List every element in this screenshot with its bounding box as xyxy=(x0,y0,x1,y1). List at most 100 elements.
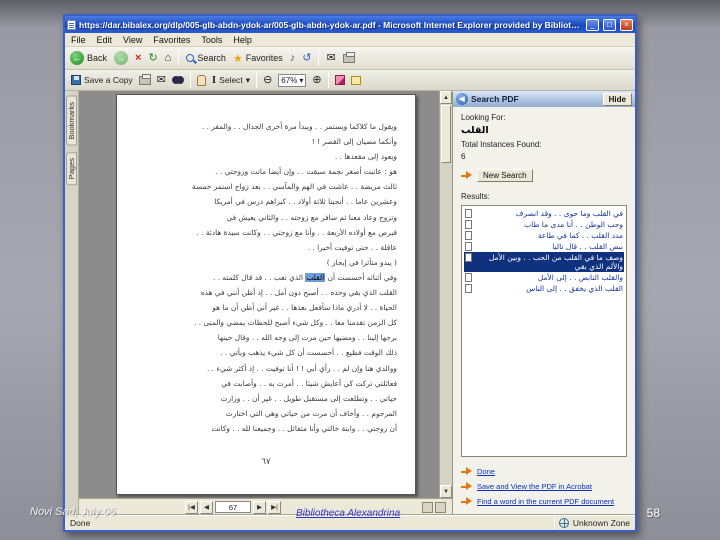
search-pane-title: Search PDF xyxy=(471,94,519,104)
favorites-label: Favorites xyxy=(245,53,283,63)
last-page-button[interactable]: ▶| xyxy=(268,500,281,514)
single-page-view-icon[interactable] xyxy=(422,501,433,513)
search-result-item[interactable]: في القلب وما حوى . . وقد انصرف xyxy=(464,208,624,219)
pdf-viewer: ويقول ما كلاكما ويستمر . . ويبدأ مرة أخر… xyxy=(79,91,452,515)
view-mode-buttons xyxy=(420,501,446,513)
media-button[interactable]: ♪ xyxy=(290,52,296,64)
highlighter-tool-icon[interactable] xyxy=(334,75,345,85)
page-line: حياتي . . وتطلعت إلى مستقبل طويل . . غير… xyxy=(220,393,397,403)
forward-button[interactable]: → xyxy=(114,51,129,65)
result-text: نبض القلب . . قال تاليا xyxy=(552,242,623,251)
page-line: فعائلتي تركت كي أعايش شيئا . . أمرت به .… xyxy=(221,378,397,388)
security-zone-icon xyxy=(558,518,569,528)
slide-footer-link[interactable]: Bibliotheca Alexandrina xyxy=(296,508,400,519)
scrollbar-track[interactable] xyxy=(440,164,452,485)
pdf-print-button[interactable] xyxy=(138,73,151,85)
search-result-item[interactable]: والقلب النابض . . إلى الأمل xyxy=(464,272,624,283)
back-button[interactable]: ← Back xyxy=(70,51,107,65)
page-line: عاقلة . . حتى توفيت أخيرا . . xyxy=(307,242,397,252)
result-text: القلب الذي يخفق . . إلى الناس xyxy=(526,284,623,293)
close-button[interactable]: × xyxy=(620,18,633,31)
search-pane-body: Looking For: القلب Total Instances Found… xyxy=(453,107,635,515)
document-area[interactable]: ويقول ما كلاكما ويستمر . . ويبدأ مرة أخر… xyxy=(79,91,439,498)
home-button[interactable]: ⌂ xyxy=(165,52,172,64)
hand-tool-button[interactable] xyxy=(196,74,206,86)
orange-arrow-icon xyxy=(461,171,472,180)
chevron-down-icon: ▾ xyxy=(245,74,251,85)
slide-footer-date: Novi Sad, July 06 xyxy=(30,506,116,518)
menu-view[interactable]: View xyxy=(123,35,142,45)
page-line: كل الزمن تقدمنا معا . . وكل شيء أصبح للح… xyxy=(194,318,397,328)
page-number: ٦٧ xyxy=(261,456,271,467)
search-highlight: القلب xyxy=(305,272,326,282)
select-tool-button[interactable]: I Select ▾ xyxy=(212,74,250,86)
search-pane-link[interactable]: Save and View the PDF in Acrobat xyxy=(477,482,592,491)
refresh-button[interactable]: ↻ xyxy=(148,52,157,64)
page-number-box[interactable]: 67 xyxy=(215,501,251,513)
search-pane-link-row: Find a word in the current PDF document xyxy=(461,497,627,506)
page-text: ويقول ما كلاكما ويستمر . . ويبدأ مرة أخر… xyxy=(135,119,397,436)
title-bar[interactable]: https://dar.bibalex.org/dlp/005-glb-abdn… xyxy=(65,16,635,33)
email-button[interactable]: ✉ xyxy=(157,74,166,86)
menu-help[interactable]: Help xyxy=(233,35,252,45)
menu-file[interactable]: File xyxy=(71,35,86,45)
zoom-out-button[interactable]: ⊖ xyxy=(263,74,272,86)
search-term: القلب xyxy=(461,125,489,136)
menu-favorites[interactable]: Favorites xyxy=(153,35,190,45)
search-result-item[interactable]: مدد القلب . . كما في طاعة xyxy=(464,230,624,241)
page-line: وأنكما مضيان إلى القصر ! ! xyxy=(311,137,397,147)
search-result-item[interactable]: وحب الوطن . . أنا مدى ما طاب xyxy=(464,219,624,230)
search-result-item[interactable]: وصف ما في القلب من الحب . . وبين الأمل و… xyxy=(464,252,624,272)
back-icon: ← xyxy=(70,51,84,65)
save-copy-button[interactable]: Save a Copy xyxy=(71,75,133,85)
scroll-up-button[interactable]: ▲ xyxy=(440,91,452,104)
first-page-button[interactable]: |◀ xyxy=(185,500,198,514)
search-result-item[interactable]: القلب الذي يخفق . . إلى الناس xyxy=(464,283,624,294)
search-pane-link[interactable]: Find a word in the current PDF document xyxy=(477,497,614,506)
previous-page-button[interactable]: ◀ xyxy=(200,500,213,514)
page-line: ( يبدو متأثرا في إيجاز ) xyxy=(326,257,397,267)
zoom-in-button[interactable]: ⊕ xyxy=(312,74,321,86)
looking-for-label: Looking For: xyxy=(461,113,506,122)
note-tool-icon[interactable] xyxy=(350,75,361,85)
zoom-level-select[interactable]: 67% ▾ xyxy=(278,73,307,87)
result-page-icon xyxy=(465,253,472,262)
scroll-down-button[interactable]: ▼ xyxy=(440,485,452,498)
status-separator xyxy=(553,517,555,529)
print-button[interactable] xyxy=(342,51,355,63)
maximize-button[interactable]: □ xyxy=(603,18,616,31)
scrollbar-thumb[interactable] xyxy=(441,105,451,163)
next-page-button[interactable]: ▶ xyxy=(253,500,266,514)
search-pane-header: ◀ Search PDF Hide xyxy=(453,91,635,107)
search-result-item[interactable]: نبض القلب . . قال تاليا xyxy=(464,241,624,252)
mail-button[interactable]: ✉ xyxy=(326,52,335,64)
hide-pane-button[interactable]: Hide xyxy=(602,92,632,106)
toolbar-separator xyxy=(256,72,258,88)
favorites-button[interactable]: ★ Favorites xyxy=(233,52,283,65)
menu-tools[interactable]: Tools xyxy=(201,35,222,45)
results-label: Results: xyxy=(461,192,490,201)
search-pane-link[interactable]: Done xyxy=(477,467,495,476)
menu-edit[interactable]: Edit xyxy=(97,35,113,45)
presentation-slide: https://dar.bibalex.org/dlp/005-glb-abdn… xyxy=(0,0,720,540)
result-text: في القلب وما حوى . . وقد انصرف xyxy=(515,209,623,218)
new-search-row: New Search xyxy=(461,169,627,182)
search-pane: ◀ Search PDF Hide Looking For: القلب Tot… xyxy=(452,91,635,515)
result-page-icon xyxy=(465,231,472,240)
pane-back-icon[interactable]: ◀ xyxy=(456,93,468,105)
save-copy-label: Save a Copy xyxy=(84,75,133,85)
minimize-button[interactable]: _ xyxy=(586,18,599,31)
search-results-list[interactable]: في القلب وما حوى . . وقد انصرف وحب الوطن … xyxy=(461,205,627,457)
pdf-toolbar: Save a Copy ✉ I Select ▾ ⊖ 67% ▾ ⊕ xyxy=(65,70,635,91)
result-page-icon xyxy=(465,220,472,229)
vertical-scrollbar[interactable]: ▲ ▼ xyxy=(439,91,452,498)
stop-button[interactable]: × xyxy=(135,52,141,64)
tab-bookmarks[interactable]: Bookmarks xyxy=(66,96,77,146)
search-button[interactable]: Search xyxy=(186,53,226,63)
search-pdf-button[interactable] xyxy=(171,75,184,85)
tab-pages[interactable]: Pages xyxy=(66,151,77,185)
continuous-view-icon[interactable] xyxy=(435,501,446,513)
history-button[interactable]: ↺ xyxy=(302,52,311,64)
result-page-icon xyxy=(465,273,472,282)
new-search-button[interactable]: New Search xyxy=(477,169,533,182)
